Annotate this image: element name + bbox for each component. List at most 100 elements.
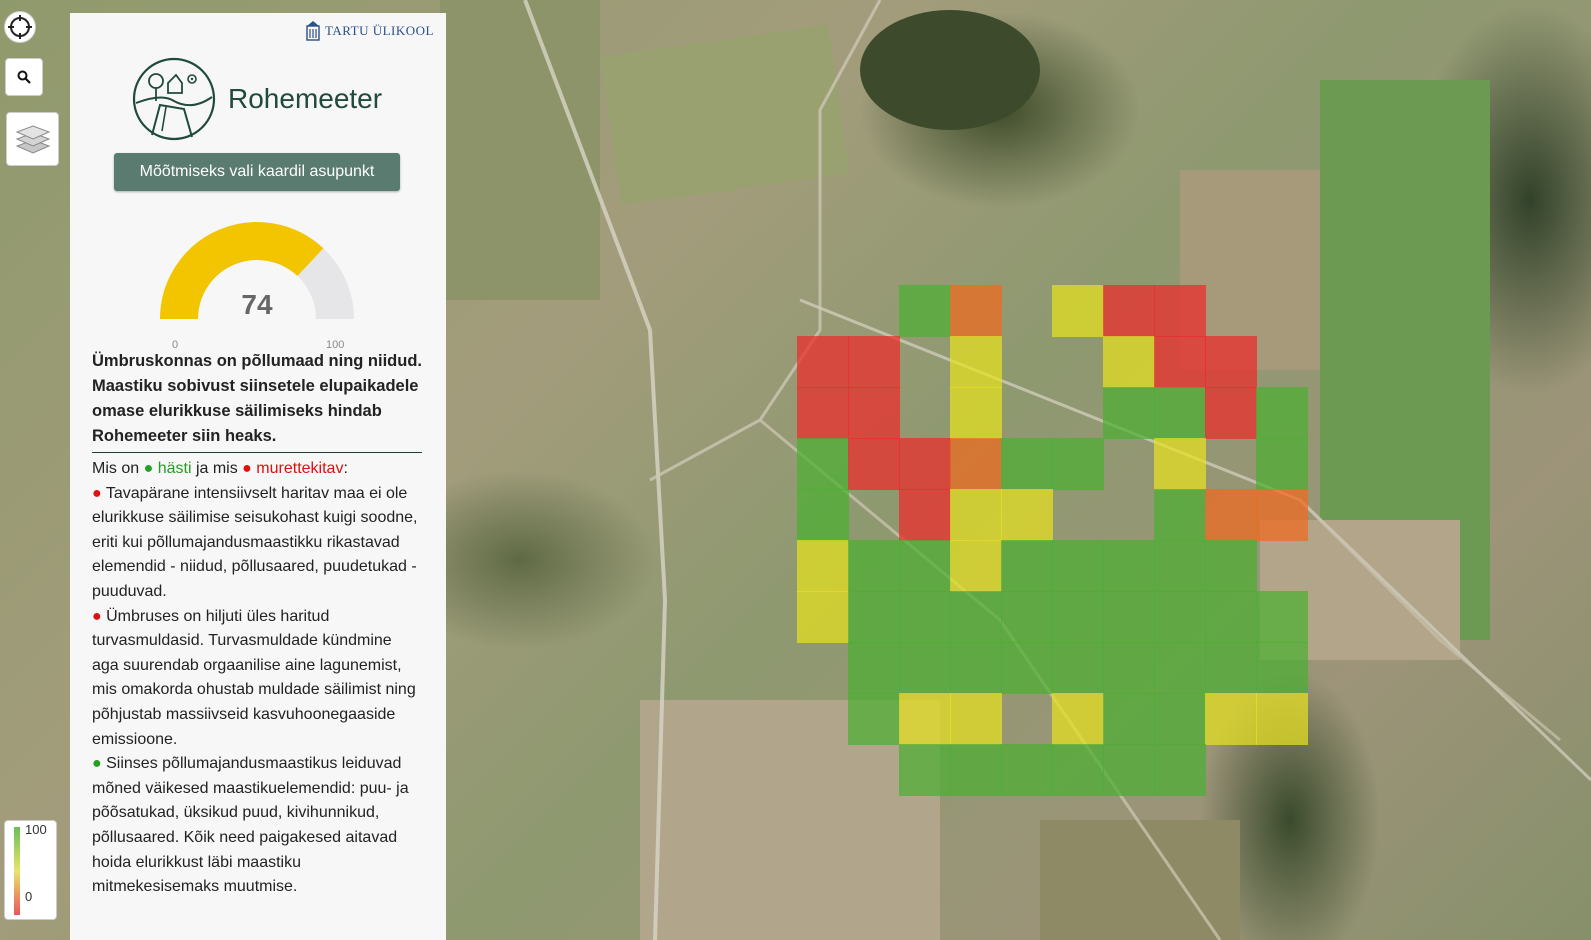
- heatmap-cell: [950, 285, 1002, 337]
- heatmap-cell: [1205, 387, 1257, 439]
- heatmap-cell: [1256, 693, 1308, 745]
- heatmap-cell: [950, 387, 1002, 439]
- summary-text: Ümbruskonnas on põllumaad ning niidud. M…: [92, 349, 422, 453]
- heatmap-cell: [950, 744, 1002, 796]
- rohemeeter-logo-icon: [132, 57, 216, 141]
- heatmap-cell: [797, 438, 849, 490]
- good-label: hästi: [157, 460, 192, 477]
- heatmap-cell: [1103, 387, 1155, 439]
- heatmap-cell: [1154, 642, 1206, 694]
- heatmap-cell: [1154, 693, 1206, 745]
- heatmap-cell: [1001, 591, 1053, 643]
- legend-middle: ja mis: [191, 460, 243, 477]
- heatmap-cell: [950, 489, 1002, 541]
- heatmap-cell: [848, 540, 900, 592]
- gauge-value: 74: [241, 289, 273, 320]
- heatmap-cell: [899, 642, 951, 694]
- list-item: ● Tavapärane intensiivselt haritav maa e…: [92, 482, 422, 605]
- university-icon: [306, 21, 320, 41]
- heatmap-cell: [1205, 336, 1257, 388]
- heatmap-cell: [848, 387, 900, 439]
- heatmap-cell: [1001, 438, 1053, 490]
- heatmap-cell: [1154, 336, 1206, 388]
- list-item: ● Siinses põllumajandusmaastikus leiduva…: [92, 752, 422, 900]
- heatmap-cell: [1154, 540, 1206, 592]
- heatmap-cell: [950, 438, 1002, 490]
- heatmap-cell: [899, 693, 951, 745]
- assessment-text: Ümbruskonnas on põllumaad ning niidud. M…: [92, 349, 422, 900]
- item-text: Ümbruses on hiljuti üles haritud turvasm…: [92, 607, 416, 748]
- heatmap-cell: [1103, 285, 1155, 337]
- heatmap-cell: [797, 387, 849, 439]
- heatmap-cell: [848, 693, 900, 745]
- app-logo: Rohemeeter: [132, 57, 382, 141]
- status-dot: ●: [92, 484, 102, 502]
- list-item: ● Ümbruses on hiljuti üles haritud turva…: [92, 605, 422, 753]
- heatmap-cell: [1001, 642, 1053, 694]
- item-text: Tavapärane intensiivselt haritav maa ei …: [92, 484, 418, 600]
- legend-color-bar: [14, 827, 20, 915]
- score-gauge: 74 0 100: [154, 219, 360, 351]
- heatmap-cell: [1256, 489, 1308, 541]
- heatmap-cell: [1103, 540, 1155, 592]
- legend-suffix: :: [343, 460, 348, 477]
- heatmap-cell: [899, 489, 951, 541]
- good-dot: ●: [143, 460, 154, 477]
- heatmap-cell: [1052, 438, 1104, 490]
- heatmap-cell: [1052, 591, 1104, 643]
- heatmap-cell: [1103, 642, 1155, 694]
- heatmap-cell: [1001, 489, 1053, 541]
- search-icon: [17, 70, 31, 84]
- layers-button[interactable]: [6, 112, 59, 166]
- heatmap-cell: [899, 285, 951, 337]
- layers-icon: [15, 125, 50, 154]
- heatmap-cell: [1052, 285, 1104, 337]
- university-name: TARTU ÜLIKOOL: [324, 23, 434, 38]
- heatmap-cell: [848, 438, 900, 490]
- map-legend: 100 0: [4, 820, 57, 920]
- heatmap-cell: [1205, 489, 1257, 541]
- heatmap-cell: [899, 744, 951, 796]
- heatmap-cell: [1103, 693, 1155, 745]
- heatmap-cell: [848, 642, 900, 694]
- status-dot: ●: [92, 607, 102, 625]
- bad-dot: ●: [242, 460, 252, 477]
- heatmap-cell: [1103, 744, 1155, 796]
- heatmap-cell: [848, 336, 900, 388]
- crosshair-icon: [8, 15, 32, 39]
- heatmap-cell: [1256, 591, 1308, 643]
- status-dot: ●: [92, 755, 102, 773]
- measure-button[interactable]: Mõõtmiseks vali kaardil asupunkt: [114, 153, 400, 191]
- heatmap-cell: [950, 693, 1002, 745]
- heatmap-cell: [1052, 642, 1104, 694]
- heatmap-cell: [1154, 591, 1206, 643]
- heatmap-cell: [950, 336, 1002, 388]
- heatmap-cell: [950, 642, 1002, 694]
- heatmap-cell: [797, 489, 849, 541]
- heatmap-cell: [950, 591, 1002, 643]
- heatmap-cell: [1103, 591, 1155, 643]
- locate-button[interactable]: [4, 11, 36, 43]
- heatmap-cell: [899, 591, 951, 643]
- university-logo[interactable]: TARTU ÜLIKOOL: [306, 21, 434, 41]
- heatmap-cell: [1052, 693, 1104, 745]
- bad-label: murettekitav: [256, 460, 344, 477]
- heatmap-cell: [797, 540, 849, 592]
- heatmap-cell: [1205, 540, 1257, 592]
- legend-min-label: 0: [25, 889, 33, 904]
- heatmap-cell: [1256, 438, 1308, 490]
- legend-prefix: Mis on: [92, 460, 144, 477]
- heatmap-cell: [1256, 387, 1308, 439]
- heatmap-cell: [797, 591, 849, 643]
- search-button[interactable]: [5, 58, 43, 96]
- heatmap-cell: [1154, 489, 1206, 541]
- heatmap-cell: [1103, 336, 1155, 388]
- heatmap-cell: [1205, 693, 1257, 745]
- legend-line: Mis on ● hästi ja mis ● murettekitav:: [92, 457, 422, 482]
- heatmap-cell: [950, 540, 1002, 592]
- heatmap-cell: [848, 591, 900, 643]
- heatmap-cell: [1154, 744, 1206, 796]
- heatmap-cell: [1154, 438, 1206, 490]
- heatmap-cell: [1154, 387, 1206, 439]
- heatmap-cell: [1256, 642, 1308, 694]
